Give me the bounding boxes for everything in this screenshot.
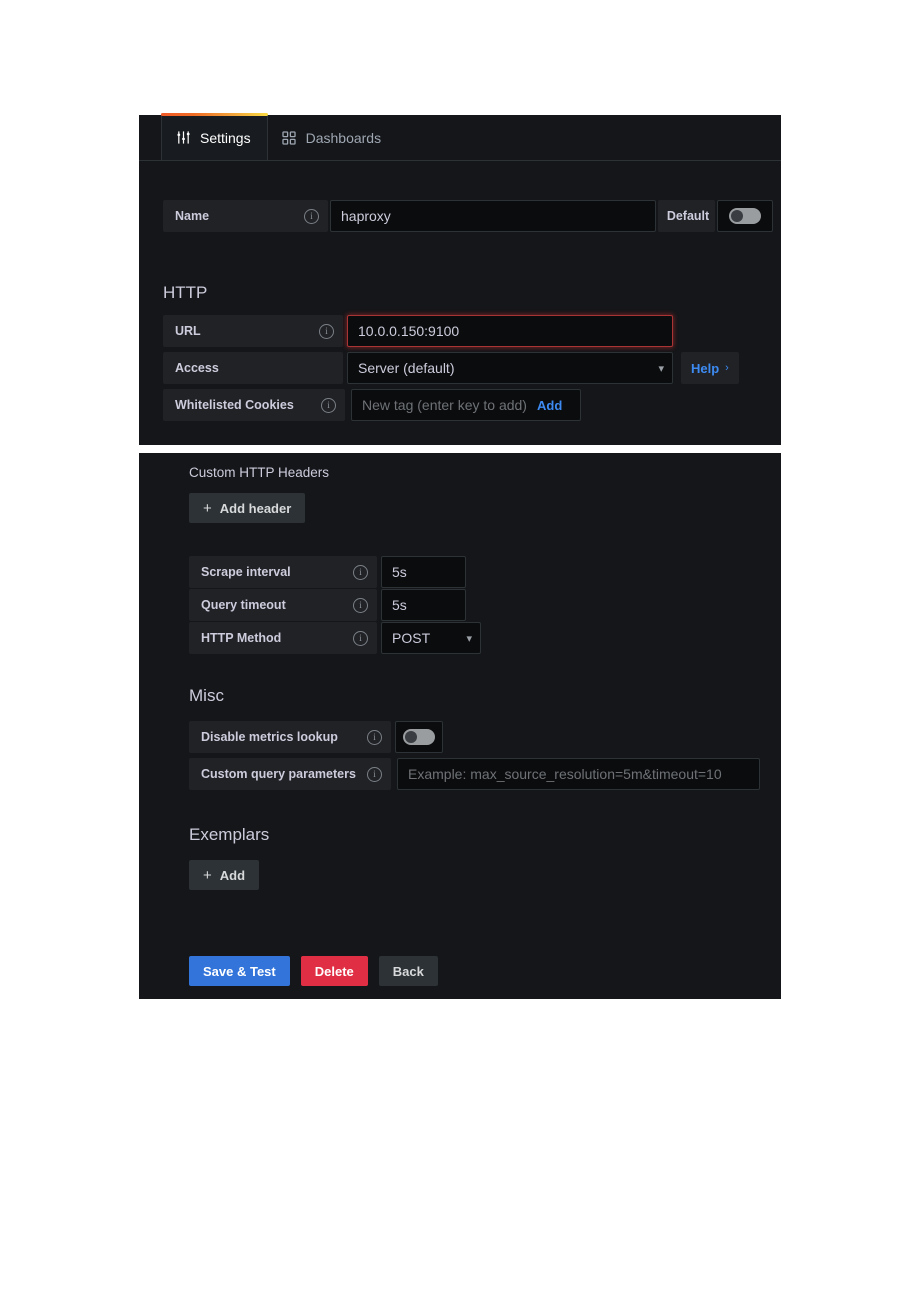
name-label-box: Name i (163, 200, 328, 232)
whitelisted-cookies-label: Whitelisted Cookies (175, 398, 294, 412)
custom-query-parameters-row: Custom query parameters i Example: max_s… (189, 758, 760, 790)
info-icon[interactable]: i (367, 766, 382, 782)
save-and-test-button[interactable]: Save & Test (189, 956, 290, 986)
info-icon[interactable]: i (353, 630, 368, 646)
url-label-box: URL i (163, 315, 343, 347)
info-icon[interactable]: i (367, 729, 382, 745)
info-icon[interactable]: i (319, 323, 334, 339)
access-label: Access (175, 361, 219, 375)
disable-metrics-lookup-toggle[interactable] (403, 729, 435, 745)
plus-icon: + (203, 499, 212, 517)
settings-panel-bottom: Custom HTTP Headers + Add header Scrape … (139, 453, 781, 999)
http-method-label-box: HTTP Method i (189, 622, 377, 654)
add-exemplar-button[interactable]: + Add (189, 860, 260, 890)
name-row: Name i haproxy Default (163, 200, 773, 232)
default-label-box: Default (658, 200, 715, 232)
info-icon[interactable]: i (353, 597, 368, 613)
disable-metrics-lookup-row: Disable metrics lookup i (189, 721, 443, 753)
scrape-interval-value: 5s (392, 564, 407, 580)
chevron-down-icon: ▾ (658, 362, 664, 375)
whitelisted-cookies-row: Whitelisted Cookies i New tag (enter key… (163, 389, 581, 421)
add-header-label: Add header (219, 500, 292, 516)
footer-actions: Save & Test Delete Back (189, 956, 438, 986)
info-icon[interactable]: i (353, 564, 368, 580)
query-timeout-input[interactable]: 5s (381, 589, 466, 621)
url-input-value: 10.0.0.150:9100 (358, 323, 460, 339)
misc-section-title: Misc (189, 686, 224, 705)
info-icon[interactable]: i (304, 208, 319, 224)
name-label: Name (175, 209, 210, 223)
plus-icon: + (203, 866, 212, 884)
url-label: URL (175, 324, 201, 338)
delete-button[interactable]: Delete (300, 956, 368, 986)
custom-query-parameters-label-box: Custom query parameters i (189, 758, 391, 790)
query-timeout-row: Query timeout i 5s (189, 589, 466, 621)
exemplars-section-title: Exemplars (189, 825, 270, 844)
tab-dashboards-label: Dashboards (305, 129, 382, 146)
custom-query-parameters-placeholder: Example: max_source_resolution=5m&timeou… (408, 766, 722, 782)
tab-bar: Settings Dashboards (139, 113, 781, 161)
tab-settings-label: Settings (200, 129, 251, 146)
chevron-down-icon: ▾ (466, 632, 472, 645)
access-select[interactable]: Server (default) ▾ (347, 352, 673, 384)
access-label-box: Access (163, 352, 343, 384)
back-button[interactable]: Back (378, 956, 438, 986)
scrape-interval-label: Scrape interval (201, 565, 291, 579)
help-button[interactable]: Help › (681, 352, 739, 384)
scrape-interval-label-box: Scrape interval i (189, 556, 377, 588)
add-header-button[interactable]: + Add header (189, 493, 306, 523)
access-select-value: Server (default) (358, 360, 455, 376)
custom-query-parameters-input[interactable]: Example: max_source_resolution=5m&timeou… (397, 758, 760, 790)
disable-metrics-lookup-label-box: Disable metrics lookup i (189, 721, 391, 753)
default-toggle[interactable] (729, 208, 761, 224)
help-label: Help (691, 360, 720, 376)
chevron-right-icon: › (725, 362, 729, 374)
name-input[interactable]: haproxy (330, 200, 656, 232)
http-method-value: POST (392, 630, 431, 646)
default-label: Default (666, 209, 710, 223)
add-cookie-button[interactable]: Add (537, 398, 562, 413)
disable-metrics-lookup-label: Disable metrics lookup (201, 730, 338, 744)
url-row: URL i 10.0.0.150:9100 (163, 315, 673, 347)
whitelisted-cookies-input[interactable]: New tag (enter key to add) Add (351, 389, 581, 421)
tab-dashboards[interactable]: Dashboards (268, 115, 398, 160)
add-exemplar-label: Add (219, 867, 246, 883)
http-method-label: HTTP Method (201, 631, 282, 645)
custom-headers-title: Custom HTTP Headers (189, 465, 330, 480)
grid-icon (282, 130, 297, 145)
http-section-title: HTTP (163, 283, 208, 302)
whitelisted-cookies-label-box: Whitelisted Cookies i (163, 389, 345, 421)
url-input[interactable]: 10.0.0.150:9100 (347, 315, 673, 347)
tab-settings[interactable]: Settings (161, 113, 268, 160)
scrape-interval-row: Scrape interval i 5s (189, 556, 466, 588)
scrape-interval-input[interactable]: 5s (381, 556, 466, 588)
http-method-select[interactable]: POST ▾ (381, 622, 481, 654)
query-timeout-label-box: Query timeout i (189, 589, 377, 621)
settings-panel-top: Settings Dashboards Name i haproxy Defau… (139, 113, 781, 445)
name-input-value: haproxy (341, 208, 391, 224)
access-row: Access Server (default) ▾ Help › (163, 352, 739, 384)
custom-query-parameters-label: Custom query parameters (201, 767, 356, 781)
info-icon[interactable]: i (321, 397, 336, 413)
disable-metrics-lookup-toggle-wrap[interactable] (395, 721, 443, 753)
default-toggle-wrap[interactable] (717, 200, 773, 232)
http-method-row: HTTP Method i POST ▾ (189, 622, 481, 654)
whitelisted-cookies-placeholder: New tag (enter key to add) (362, 397, 527, 413)
sliders-icon (176, 130, 191, 145)
query-timeout-label: Query timeout (201, 598, 286, 612)
query-timeout-value: 5s (392, 597, 407, 613)
